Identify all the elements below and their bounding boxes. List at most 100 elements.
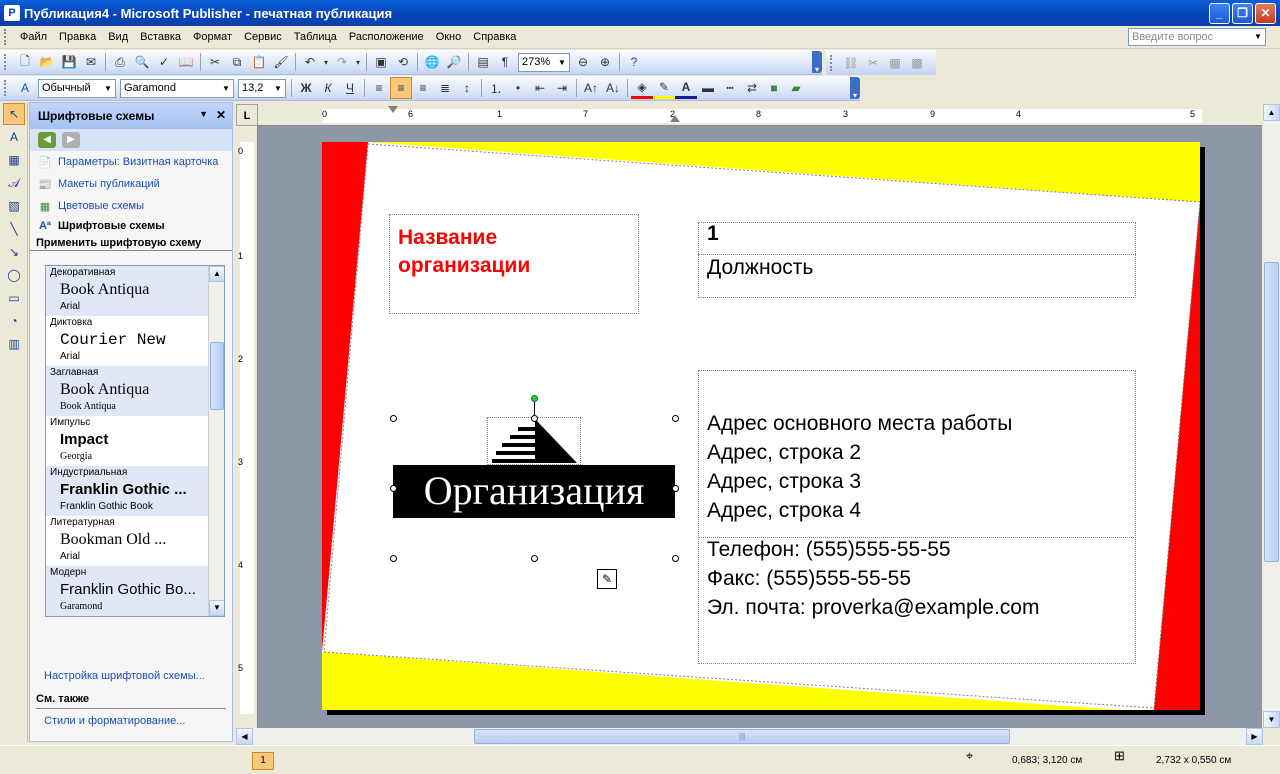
scroll-thumb[interactable] [1264, 262, 1279, 562]
grow-font-icon[interactable]: A↑ [580, 77, 602, 99]
rotate-icon[interactable]: ⟲ [392, 51, 414, 73]
styles-icon[interactable]: A [14, 77, 36, 99]
ask-question-box[interactable]: Введите вопрос ▼ [1128, 28, 1266, 46]
link-publication-designs[interactable]: 📰 Макеты публикаций [30, 173, 232, 195]
font-color-icon[interactable]: A [675, 77, 697, 99]
increase-indent-icon[interactable]: ⇥ [551, 77, 573, 99]
numbering-icon[interactable]: ⒈ [485, 77, 507, 99]
arrow-style-icon[interactable]: ⇄ [741, 77, 763, 99]
spelling-icon[interactable]: ✓ [153, 51, 175, 73]
style-combo[interactable]: Обычный ▼ [38, 78, 116, 98]
logo-pyramid-icon[interactable] [490, 419, 580, 465]
list-item[interactable]: Декоративная Book Antiqua Arial [46, 266, 224, 316]
italic-icon[interactable]: К [317, 77, 339, 99]
font-scheme-settings-link[interactable]: Настройка шрифтовой схемы... [44, 670, 205, 682]
font-size-combo[interactable]: 13,2 ▼ [238, 78, 286, 98]
menu-file[interactable]: Файл [14, 29, 53, 45]
line-spacing-icon[interactable]: ↕ [456, 77, 478, 99]
picture-icon[interactable]: ▦ [884, 52, 906, 74]
toolbar-grip[interactable] [830, 54, 834, 71]
design-checker-icon[interactable]: 🔎 [443, 51, 465, 73]
table-icon[interactable]: ▦ [3, 149, 25, 171]
bullets-icon[interactable]: • [507, 77, 529, 99]
copy-icon[interactable]: ⧉ [226, 51, 248, 73]
text-box-icon[interactable]: A [3, 126, 25, 148]
arrow-icon[interactable]: ↘ [3, 241, 25, 263]
horizontal-scrollbar[interactable]: ◀ ||| ▶ [236, 728, 1263, 745]
wizard-wand-icon[interactable]: ✎ [597, 569, 617, 589]
menu-view[interactable]: Вид [102, 29, 134, 45]
font-combo[interactable]: Garamond ▼ [120, 78, 234, 98]
fax-line[interactable]: Факс: (555)555-55-55 [707, 564, 911, 593]
chevron-down-icon[interactable]: ▼ [556, 55, 568, 70]
menu-help[interactable]: Справка [467, 29, 522, 45]
save-icon[interactable]: 💾 [58, 51, 80, 73]
selection-handle[interactable] [672, 415, 679, 422]
vertical-scrollbar[interactable]: ▲ ▼ [1263, 104, 1280, 728]
link-font-schemes[interactable]: Aª Шрифтовые схемы [30, 217, 232, 235]
minimize-button[interactable]: _ [1209, 3, 1230, 24]
chevron-down-icon[interactable]: ▼ [199, 109, 208, 119]
rotation-handle[interactable] [531, 395, 538, 402]
shadow-style-icon[interactable]: ■ [763, 77, 785, 99]
link-business-card-options[interactable]: 📄 Параметры: Визитная карточка [30, 151, 232, 173]
zoom-combo[interactable]: 273% ▼ [518, 52, 570, 72]
scroll-thumb[interactable] [210, 342, 224, 410]
print-preview-icon[interactable]: 🔍 [131, 51, 153, 73]
scroll-right-icon[interactable]: ▶ [1246, 728, 1263, 745]
decrease-indent-icon[interactable]: ⇤ [529, 77, 551, 99]
menu-grip[interactable] [4, 29, 8, 45]
new-icon[interactable]: 🗋 [14, 51, 36, 73]
help-icon[interactable]: ? [623, 51, 645, 73]
list-item[interactable]: Индустриальная Franklin Gothic ... Frank… [46, 466, 224, 516]
list-item[interactable]: Импульс Impact Georgia [46, 416, 224, 466]
publisher-app-icon[interactable]: P [4, 5, 20, 21]
toolbar-grip[interactable] [4, 80, 8, 96]
columns-icon[interactable]: ▤ [472, 51, 494, 73]
menu-edit[interactable]: Правка [53, 29, 102, 45]
zoom-out-icon[interactable]: ⊖ [572, 51, 594, 73]
selection-handle[interactable] [390, 555, 397, 562]
chevron-down-icon[interactable]: ▼ [272, 81, 284, 96]
address-line[interactable]: Адрес, строка 2 [707, 438, 861, 467]
position-text[interactable]: Должность [707, 256, 813, 280]
selection-handle[interactable] [672, 555, 679, 562]
redo-dropdown-icon[interactable]: ▾ [353, 51, 363, 73]
right-indent-marker-icon[interactable] [670, 114, 680, 122]
pilcrow-icon[interactable]: ¶ [494, 51, 516, 73]
chevron-down-icon[interactable]: ▼ [102, 81, 114, 96]
autoshapes-icon[interactable]: ◔ [3, 310, 25, 332]
align-right-icon[interactable]: ≡ [412, 77, 434, 99]
print-icon[interactable]: ⎙ [109, 51, 131, 73]
design-gallery-icon[interactable]: ▥ [3, 333, 25, 355]
align-left-icon[interactable]: ≡ [368, 77, 390, 99]
name-text[interactable]: 1 [707, 222, 719, 246]
scroll-down-icon[interactable]: ▼ [209, 600, 224, 616]
rectangle-icon[interactable]: ▭ [3, 287, 25, 309]
address-line[interactable]: Адрес, строка 4 [707, 496, 861, 525]
picture2-icon[interactable]: ▩ [906, 52, 928, 74]
scroll-up-icon[interactable]: ▲ [1263, 104, 1280, 121]
scroll-up-icon[interactable]: ▲ [209, 266, 224, 282]
format-painter-icon[interactable]: 🖌 [270, 51, 292, 73]
back-icon[interactable]: ◀ [38, 132, 56, 148]
chevron-down-icon[interactable]: ▼ [1251, 29, 1265, 45]
close-button[interactable]: ✕ [1255, 3, 1276, 24]
zoom-in-icon[interactable]: ⊕ [594, 51, 616, 73]
schemes-scrollbar[interactable]: ▲ ▼ [208, 266, 224, 616]
horizontal-ruler[interactable]: 0 1 2 3 4 5 6 7 8 9 [258, 104, 1262, 126]
unlink-icon[interactable]: ✂ [862, 52, 884, 74]
3d-style-icon[interactable]: ▰ [785, 77, 807, 99]
close-icon[interactable]: ✕ [216, 108, 226, 122]
scroll-thumb[interactable]: ||| [474, 729, 1010, 744]
chevron-down-icon[interactable]: ▼ [220, 81, 232, 96]
menu-window[interactable]: Окно [430, 29, 468, 45]
address-line[interactable]: Адрес основного места работы [707, 409, 1012, 438]
page-navigator[interactable]: 1 [252, 752, 274, 770]
shrink-font-icon[interactable]: A↓ [602, 77, 624, 99]
menu-format[interactable]: Формат [187, 29, 238, 45]
forward-icon[interactable]: ▶ [62, 132, 80, 148]
bring-to-front-icon[interactable]: ▣ [370, 51, 392, 73]
dash-style-icon[interactable]: ┅ [719, 77, 741, 99]
address-line[interactable]: Адрес, строка 3 [707, 467, 861, 496]
